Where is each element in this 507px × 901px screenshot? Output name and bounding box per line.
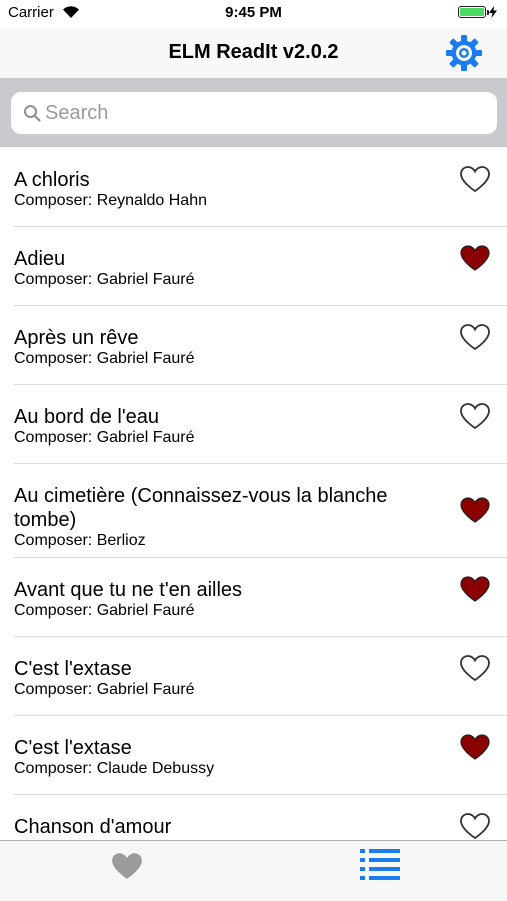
song-title: Adieu xyxy=(14,248,66,270)
favorite-heart-filled-icon[interactable] xyxy=(459,496,491,524)
song-composer: Composer: Gabriel Fauré xyxy=(14,602,195,619)
gear-icon[interactable] xyxy=(445,34,483,72)
song-row[interactable]: Au cimetière (Connaissez-vous la blanche… xyxy=(0,464,507,558)
song-title: Chanson d'amour xyxy=(14,816,172,838)
song-row[interactable]: C'est l'extase Composer: Gabriel Fauré xyxy=(0,637,507,716)
heart-icon xyxy=(112,853,142,879)
tab-list[interactable] xyxy=(253,841,506,901)
favorite-heart-filled-icon[interactable] xyxy=(459,575,491,603)
song-row[interactable]: C'est l'extase Composer: Claude Debussy xyxy=(0,716,507,795)
favorite-heart-filled-icon[interactable] xyxy=(459,733,491,761)
charging-bolt-icon xyxy=(489,6,497,18)
song-title: C'est l'extase xyxy=(14,658,132,680)
tab-bar xyxy=(0,840,507,901)
song-composer: Composer: Berlioz xyxy=(14,532,146,549)
song-composer: Composer: Gabriel Fauré xyxy=(14,271,195,288)
search-field[interactable] xyxy=(11,92,497,134)
song-composer: Composer: Claude Debussy xyxy=(14,760,215,777)
song-title: Avant que tu ne t'en ailles xyxy=(14,579,243,601)
battery-icon xyxy=(458,6,497,18)
list-icon xyxy=(360,849,400,880)
song-row[interactable]: Avant que tu ne t'en ailles Composer: Gab… xyxy=(0,558,507,637)
song-list[interactable]: A chloris Composer: Reynaldo Hahn Adieu Com… xyxy=(0,148,507,840)
song-row[interactable]: Adieu Composer: Gabriel Fauré xyxy=(0,227,507,306)
favorite-heart-outline-icon[interactable] xyxy=(459,323,491,351)
page-title: ELM ReadIt v2.0.2 xyxy=(168,41,339,63)
song-row[interactable]: A chloris Composer: Reynaldo Hahn xyxy=(0,148,507,227)
song-title: Au cimetière (Connaissez-vous la blanche… xyxy=(14,485,388,531)
favorite-heart-filled-icon[interactable] xyxy=(459,244,491,272)
song-composer: Composer: Gabriel Fauré xyxy=(14,681,195,698)
song-row[interactable]: Après un rêve Composer: Gabriel Fauré xyxy=(0,306,507,385)
song-title: Au bord de l'eau xyxy=(14,406,160,428)
clock: 9:45 PM xyxy=(225,4,282,21)
song-composer: Composer: Gabriel Fauré xyxy=(14,350,195,367)
status-bar: Carrier 9:45 PM xyxy=(0,0,507,28)
song-title: C'est l'extase xyxy=(14,737,132,759)
favorite-heart-outline-icon[interactable] xyxy=(459,165,491,193)
search-bar xyxy=(0,79,507,147)
search-icon xyxy=(24,105,41,122)
search-input[interactable] xyxy=(45,92,485,134)
song-composer: Composer: Reynaldo Hahn xyxy=(14,192,207,209)
tab-favorites[interactable] xyxy=(0,841,253,901)
favorite-heart-outline-icon[interactable] xyxy=(459,654,491,682)
song-composer: Composer: Gabriel Fauré xyxy=(14,429,195,446)
song-title: Après un rêve xyxy=(14,327,139,349)
favorite-heart-outline-icon[interactable] xyxy=(459,812,491,840)
favorite-heart-outline-icon[interactable] xyxy=(459,402,491,430)
song-row[interactable]: Chanson d'amourComposer: Gabriel Fauré xyxy=(0,795,507,840)
song-title: A chloris xyxy=(14,169,90,191)
navigation-bar: ELM ReadIt v2.0.2 xyxy=(0,28,507,79)
song-row[interactable]: Au bord de l'eau Composer: Gabriel Fauré xyxy=(0,385,507,464)
